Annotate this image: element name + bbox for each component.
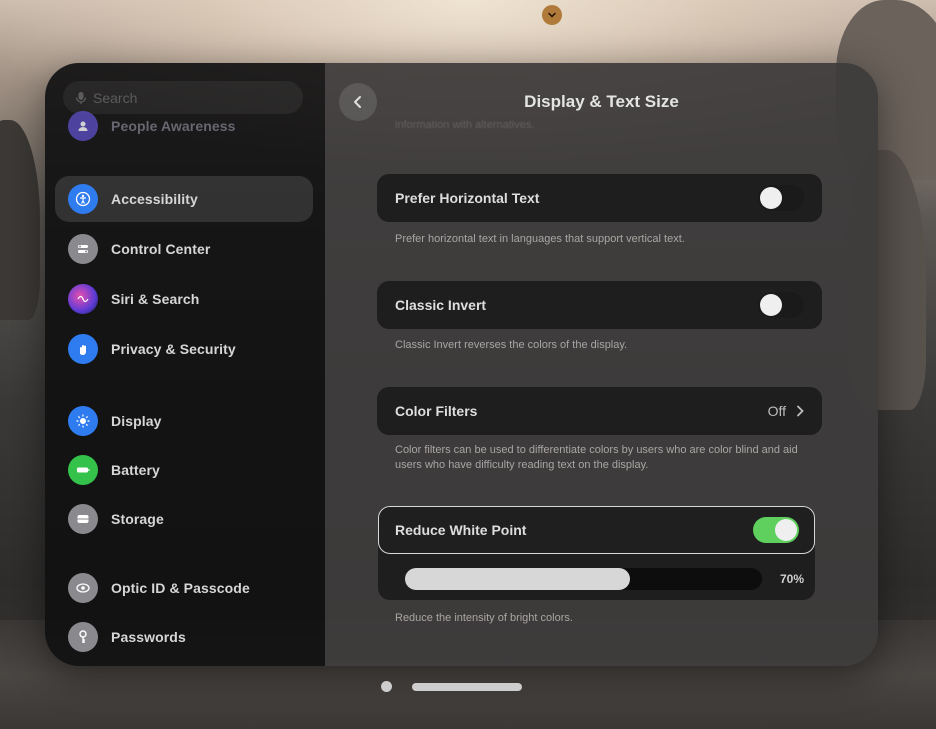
toggle-knob (760, 187, 782, 209)
section-note: information with alternatives. (395, 119, 535, 131)
reduce-white-point-toggle[interactable] (753, 517, 799, 543)
people-awareness-icon (68, 111, 98, 141)
window-dot[interactable] (381, 681, 392, 692)
sidebar-item-label: Storage (111, 511, 164, 527)
siri-icon (68, 284, 98, 314)
hand-icon (68, 334, 98, 364)
settings-window: Search People Awareness Accessibility Co… (45, 63, 878, 666)
control-center-icon (68, 234, 98, 264)
sidebar-item-display[interactable]: Display (55, 398, 313, 444)
sidebar-item-optic-id-passcode[interactable]: Optic ID & Passcode (55, 565, 313, 611)
sidebar-item-label: Display (111, 413, 162, 429)
classic-invert-toggle[interactable] (758, 292, 804, 318)
storage-icon (68, 504, 98, 534)
reduce-white-point-group: Reduce White Point 70% (378, 506, 815, 600)
sidebar-item-label: People Awareness (111, 118, 236, 134)
window-controls (381, 681, 522, 692)
window-grab-bar[interactable] (412, 682, 522, 691)
prefer-horizontal-text-label: Prefer Horizontal Text (395, 190, 540, 206)
classic-invert-description: Classic Invert reverses the colors of th… (395, 339, 628, 351)
chevron-right-icon (797, 405, 804, 417)
reduce-white-point-label: Reduce White Point (395, 522, 527, 538)
chevron-down-icon[interactable] (542, 5, 562, 25)
accessibility-icon (68, 184, 98, 214)
sidebar-item-label: Passwords (111, 629, 186, 645)
toggle-knob (775, 519, 797, 541)
sidebar: Search People Awareness Accessibility Co… (45, 63, 325, 666)
sidebar-item-label: Accessibility (111, 191, 198, 207)
white-point-percentage: 70% (779, 572, 804, 586)
color-filters-label: Color Filters (395, 403, 478, 419)
battery-icon (68, 455, 98, 485)
sidebar-item-label: Privacy & Security (111, 341, 236, 357)
color-filters-description: Color filters can be used to differentia… (395, 444, 798, 471)
page-title: Display & Text Size (524, 92, 679, 111)
main-panel: Display & Text Size information with alt… (325, 63, 878, 666)
prefer-horizontal-text-toggle[interactable] (758, 185, 804, 211)
sidebar-item-battery[interactable]: Battery (55, 447, 313, 493)
white-point-slider-fill (405, 568, 630, 590)
reduce-white-point-description: Reduce the intensity of bright colors. (395, 612, 573, 624)
classic-invert-row: Classic Invert (377, 281, 822, 329)
reduce-white-point-row: Reduce White Point (378, 506, 815, 554)
sidebar-item-siri-search[interactable]: Siri & Search (55, 276, 313, 322)
sun-icon (68, 406, 98, 436)
key-icon (68, 622, 98, 652)
color-filters-value: Off (767, 403, 786, 419)
toggle-knob (760, 294, 782, 316)
sidebar-item-people-awareness[interactable]: People Awareness (55, 103, 313, 149)
sidebar-item-label: Optic ID & Passcode (111, 580, 250, 596)
sidebar-item-label: Control Center (111, 241, 211, 257)
white-point-slider[interactable] (405, 568, 762, 590)
sidebar-item-storage[interactable]: Storage (55, 496, 313, 542)
color-filters-row[interactable]: Color Filters Off (377, 387, 822, 435)
sidebar-item-control-center[interactable]: Control Center (55, 226, 313, 272)
sidebar-item-label: Battery (111, 462, 160, 478)
sidebar-item-label: Siri & Search (111, 291, 200, 307)
sidebar-item-privacy-security[interactable]: Privacy & Security (55, 326, 313, 372)
classic-invert-label: Classic Invert (395, 297, 487, 313)
sidebar-item-passwords[interactable]: Passwords (55, 614, 313, 660)
prefer-horizontal-text-description: Prefer horizontal text in languages that… (395, 233, 685, 245)
prefer-horizontal-text-row: Prefer Horizontal Text (377, 174, 822, 222)
sidebar-item-accessibility[interactable]: Accessibility (55, 176, 313, 222)
optic-id-icon (68, 573, 98, 603)
